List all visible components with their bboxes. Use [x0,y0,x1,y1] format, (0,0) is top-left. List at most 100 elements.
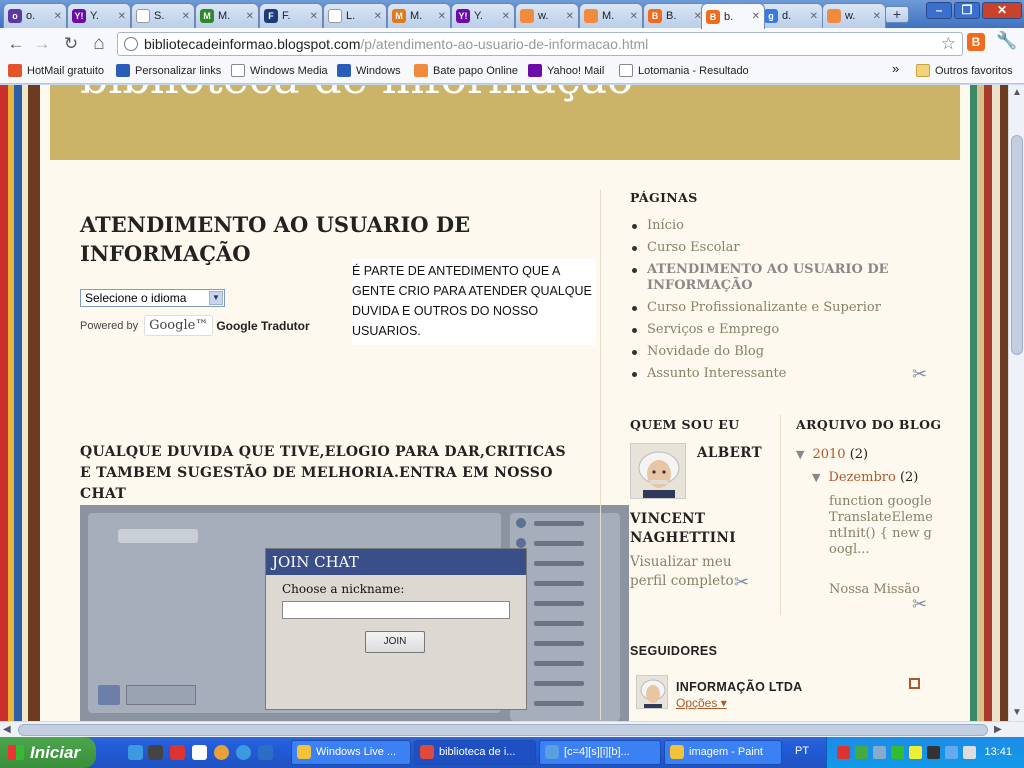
bookmark-item[interactable]: HotMail gratuito [8,64,104,77]
follower-avatar[interactable] [636,675,668,709]
bookmark-item[interactable]: Yahoo! Mail [528,64,604,77]
browser-tab[interactable]: L. ✕ [323,3,387,28]
bookmark-item[interactable]: Bate papo Online [414,64,518,77]
browser-tab[interactable]: Y! Y. ✕ [451,3,515,28]
tray-icon[interactable] [855,746,868,759]
close-tab-icon[interactable]: ✕ [873,11,881,22]
browser-tab[interactable]: M M. ✕ [195,3,259,28]
internet-explorer-icon[interactable] [236,745,251,760]
browser-tab[interactable]: B B. ✕ [643,3,707,28]
minimize-button[interactable]: – [926,2,952,19]
tray-icon[interactable] [927,746,940,759]
other-bookmarks-folder[interactable]: Outros favoritos [916,64,1013,77]
archive-month[interactable]: Dezembro [828,470,895,485]
browser-tab[interactable]: Y! Y. ✕ [67,3,131,28]
close-tab-icon[interactable]: ✕ [182,11,190,22]
vertical-scroll-thumb[interactable] [1011,135,1023,355]
browser-tab[interactable]: F F. ✕ [259,3,323,28]
browser-tab[interactable]: M M. ✕ [387,3,451,28]
archive-year-row[interactable]: ▼ 2010 (2) [796,447,868,462]
bookmark-star-icon[interactable]: ☆ [941,33,956,55]
language-indicator[interactable]: PT [795,745,809,757]
new-tab-button[interactable]: + [885,6,909,23]
quicklaunch-icon[interactable] [148,745,163,760]
language-select[interactable]: Selecione o idioma ▼ [80,289,225,307]
external-link-icon[interactable] [909,678,920,689]
page-link[interactable]: Curso Profissionalizante e Superior [630,300,930,316]
close-tab-icon[interactable]: ✕ [54,11,62,22]
blogger-extension-icon[interactable]: B [967,33,985,51]
quicklaunch-icon[interactable] [170,745,185,760]
page-link[interactable]: Assunto Interessante [630,366,930,382]
address-bar[interactable]: bibliotecadeinformao.blogspot.com/p/aten… [117,32,963,56]
browser-tab[interactable]: g d. ✕ [759,3,823,28]
tray-icon[interactable] [873,746,886,759]
join-button[interactable]: JOIN [365,631,425,653]
taskbar-window-button[interactable]: [c=4][s][i][b]... [539,740,661,765]
taskbar-window-button[interactable]: imagem - Paint [664,740,782,765]
edit-widget-icon[interactable]: ✂ [734,572,749,593]
back-arrow-icon[interactable]: ← [5,33,27,55]
reload-icon[interactable]: ↻ [60,33,82,55]
edit-widget-icon[interactable]: ✂ [912,594,927,615]
archive-year[interactable]: 2010 [812,447,845,462]
volume-icon[interactable] [963,746,976,759]
blog-title[interactable]: biblioteca de informação [80,85,633,104]
nickname-input[interactable] [282,601,510,619]
google-translator-link[interactable]: Google Tradutor [216,319,309,333]
browser-tab[interactable]: w. ✕ [822,3,886,28]
bookmark-item[interactable]: Lotomania - Resultado [619,64,749,77]
archive-post-link[interactable]: function googleTranslateElementInit() { … [829,494,934,558]
tray-icon[interactable] [837,746,850,759]
scroll-up-arrow-icon[interactable]: ▲ [1012,87,1022,98]
close-tab-icon[interactable]: ✕ [752,11,760,22]
tray-icon[interactable] [945,746,958,759]
maximize-button[interactable]: ❐ [954,2,980,19]
scroll-right-arrow-icon[interactable]: ▶ [994,724,1002,735]
profile-avatar[interactable] [630,443,686,499]
close-tab-icon[interactable]: ✕ [630,11,638,22]
tray-icon[interactable] [891,746,904,759]
browser-tab[interactable]: w. ✕ [515,3,579,28]
close-tab-icon[interactable]: ✕ [438,11,446,22]
taskbar-window-button[interactable]: biblioteca de i... [414,740,536,765]
close-tab-icon[interactable]: ✕ [566,11,574,22]
taskbar-window-button[interactable]: Windows Live ... [291,740,411,765]
browser-tab[interactable]: S. ✕ [131,3,195,28]
bookmark-item[interactable]: Personalizar links [116,64,221,77]
browser-tab[interactable]: M. ✕ [579,3,643,28]
page-link[interactable]: ATENDIMENTO AO USUARIO DE INFORMAÇÃO [630,262,930,294]
triangle-down-icon[interactable]: ▼ [796,448,804,461]
archive-post-link[interactable]: Nossa Missão [829,582,920,597]
page-link[interactable]: Início [630,218,930,234]
horizontal-scroll-thumb[interactable] [18,724,988,736]
close-tab-icon[interactable]: ✕ [310,11,318,22]
follower-name[interactable]: INFORMAÇÃO LTDA [676,680,802,694]
bookmarks-overflow-button[interactable]: » [892,61,899,76]
home-icon[interactable]: ⌂ [88,33,110,55]
edit-widget-icon[interactable]: ✂ [912,364,927,385]
start-button[interactable]: Iniciar [0,737,96,768]
page-link[interactable]: Novidade do Blog [630,344,930,360]
archive-month-row[interactable]: ▼ Dezembro (2) [812,470,918,485]
quicklaunch-icon[interactable] [258,745,273,760]
tray-icon[interactable] [909,746,922,759]
close-tab-icon[interactable]: ✕ [246,11,254,22]
close-tab-icon[interactable]: ✕ [502,11,510,22]
wrench-menu-icon[interactable]: 🔧 [996,31,1017,51]
bookmark-item[interactable]: Windows Media [231,64,328,77]
google-logo[interactable]: Google™ [144,315,214,336]
scroll-left-arrow-icon[interactable]: ◀ [3,724,11,735]
follower-options-link[interactable]: Opções ▾ [676,696,727,710]
close-window-button[interactable]: ✕ [982,2,1022,19]
scroll-down-arrow-icon[interactable]: ▼ [1012,707,1022,718]
browser-tab[interactable]: Bb. ✕ [701,3,765,29]
close-tab-icon[interactable]: ✕ [810,11,818,22]
quicklaunch-icon[interactable] [128,745,143,760]
page-link[interactable]: Curso Escolar [630,240,930,256]
triangle-down-icon[interactable]: ▼ [812,471,820,484]
close-tab-icon[interactable]: ✕ [374,11,382,22]
quicklaunch-icon[interactable] [192,745,207,760]
page-link[interactable]: Serviços e Emprego [630,322,930,338]
close-tab-icon[interactable]: ✕ [118,11,126,22]
